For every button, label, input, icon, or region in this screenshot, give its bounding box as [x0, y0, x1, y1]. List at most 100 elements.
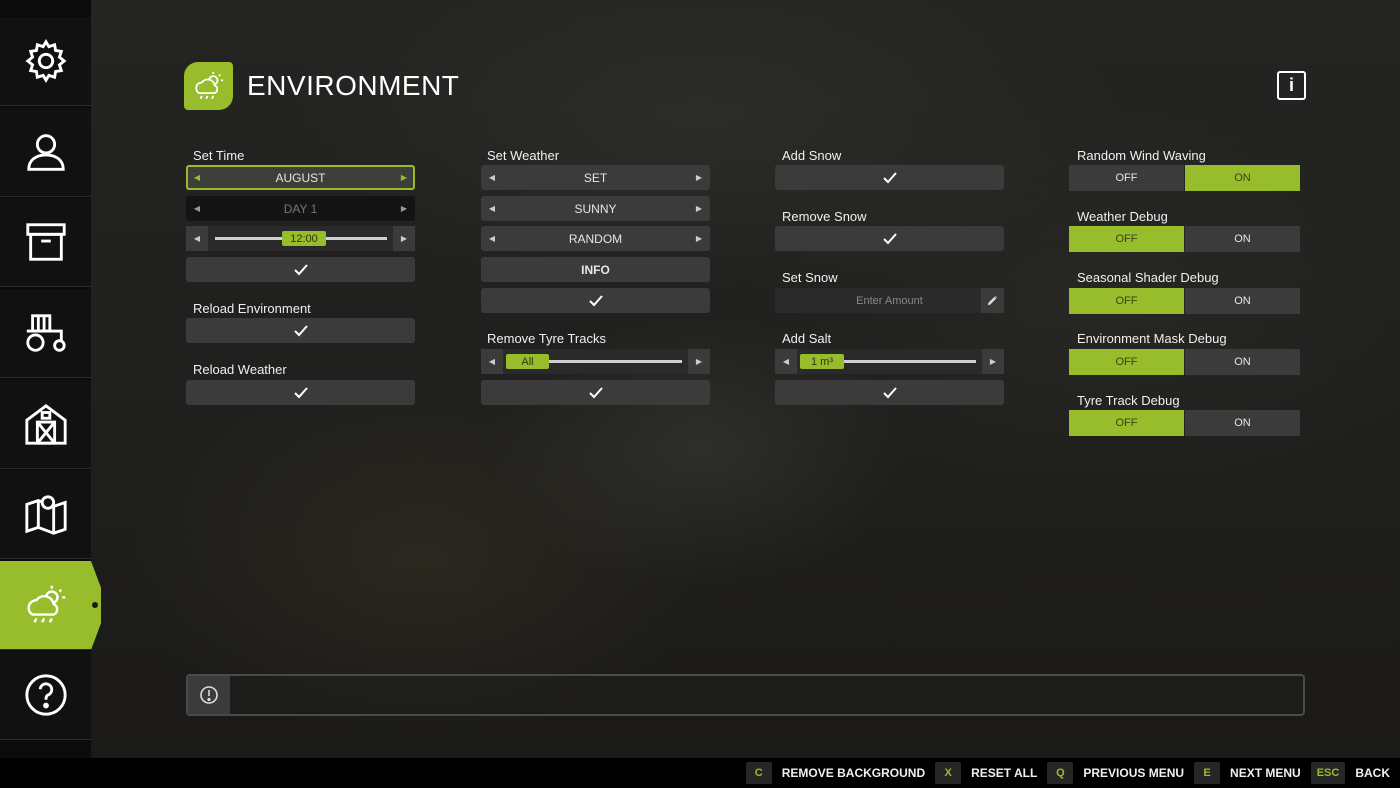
- sidebar: [0, 0, 98, 758]
- random-wind-waving-toggle[interactable]: OFF ON: [1069, 165, 1300, 191]
- snow-amount-field[interactable]: [775, 288, 1004, 313]
- reset-all-button[interactable]: X RESET ALL: [935, 762, 1037, 784]
- environment-mask-debug-toggle[interactable]: OFF ON: [1069, 349, 1300, 375]
- arrow-left-icon[interactable]: ◀: [481, 349, 503, 374]
- remove-tyre-tracks-label: Remove Tyre Tracks: [487, 331, 606, 346]
- next-menu-button[interactable]: E NEXT MENU: [1194, 762, 1301, 784]
- apply-weather-button[interactable]: [481, 288, 710, 313]
- toggle-off-option[interactable]: OFF: [1069, 410, 1184, 436]
- toggle-off-option[interactable]: OFF: [1069, 349, 1184, 375]
- toggle-on-option[interactable]: ON: [1185, 288, 1300, 314]
- arrow-left-icon[interactable]: ◀: [481, 226, 503, 251]
- toggle-off-option[interactable]: OFF: [1069, 288, 1184, 314]
- footer-button-label: BACK: [1355, 766, 1390, 780]
- sidebar-item-environment[interactable]: [0, 561, 98, 650]
- remove-background-button[interactable]: C REMOVE BACKGROUND: [745, 762, 926, 784]
- key-hint: E: [1194, 762, 1221, 784]
- remove-tyre-tracks-button[interactable]: [481, 380, 710, 405]
- sidebar-item-buildings[interactable]: [0, 380, 91, 469]
- previous-menu-button[interactable]: Q PREVIOUS MENU: [1047, 762, 1184, 784]
- weather-info-button[interactable]: INFO: [481, 257, 710, 282]
- tyre-track-debug-label: Tyre Track Debug: [1077, 393, 1180, 408]
- set-weather-label: Set Weather: [487, 148, 560, 163]
- arrow-right-icon[interactable]: ▶: [393, 226, 415, 251]
- back-button[interactable]: ESC BACK: [1310, 762, 1390, 784]
- archive-box-icon: [25, 223, 66, 261]
- tractor-icon: [25, 314, 66, 352]
- checkmark-icon: [293, 324, 308, 336]
- info-button[interactable]: i: [1277, 71, 1306, 100]
- arrow-right-icon[interactable]: ▶: [688, 226, 710, 251]
- sidebar-item-map[interactable]: [0, 470, 91, 559]
- toggle-off-option[interactable]: OFF: [1069, 226, 1184, 252]
- sidebar-item-storage[interactable]: [0, 198, 91, 287]
- pencil-icon[interactable]: [981, 288, 1004, 313]
- toggle-off-option[interactable]: OFF: [1069, 165, 1184, 191]
- help-icon: [24, 674, 67, 716]
- alert-icon: [200, 686, 218, 704]
- key-hint: Q: [1047, 762, 1074, 784]
- checkmark-icon: [882, 171, 897, 183]
- checkmark-icon: [588, 386, 603, 398]
- toggle-on-option[interactable]: ON: [1185, 410, 1300, 436]
- arrow-left-icon[interactable]: ◀: [186, 226, 208, 251]
- snow-amount-input[interactable]: [799, 294, 980, 307]
- slider-knob[interactable]: All: [506, 354, 549, 369]
- arrow-left-icon[interactable]: ◀: [775, 349, 797, 374]
- sidebar-item-vehicles[interactable]: [0, 289, 91, 378]
- month-value: AUGUST: [275, 170, 326, 185]
- toggle-on-option[interactable]: ON: [1185, 349, 1300, 375]
- arrow-right-icon[interactable]: ▶: [393, 165, 415, 190]
- arrow-left-icon[interactable]: ◀: [186, 165, 208, 190]
- tooltip-info-bar: [186, 674, 1305, 716]
- reload-weather-button[interactable]: [186, 380, 415, 405]
- slider-knob[interactable]: 1 m³: [800, 354, 844, 369]
- user-icon: [26, 134, 65, 171]
- checkmark-icon: [293, 263, 308, 275]
- sidebar-item-profile[interactable]: [0, 108, 91, 197]
- random-wind-waving-label: Random Wind Waving: [1077, 148, 1206, 163]
- page-title-icon: [184, 62, 233, 110]
- reload-weather-label: Reload Weather: [193, 362, 287, 377]
- weather-variation-selector[interactable]: ◀ RANDOM ▶: [481, 226, 710, 251]
- add-salt-label: Add Salt: [782, 331, 832, 346]
- checkmark-icon: [882, 232, 897, 244]
- sidebar-item-settings[interactable]: [0, 17, 91, 106]
- toggle-on-option[interactable]: ON: [1185, 226, 1300, 252]
- weather-type-selector[interactable]: ◀ SUNNY ▶: [481, 196, 710, 221]
- add-snow-button[interactable]: [775, 165, 1004, 190]
- sidebar-item-help[interactable]: [0, 651, 91, 740]
- arrow-left-icon[interactable]: ◀: [481, 196, 503, 221]
- arrow-right-icon[interactable]: ▶: [688, 165, 710, 190]
- add-snow-label: Add Snow: [782, 148, 842, 163]
- arrow-right-icon[interactable]: ▶: [688, 196, 710, 221]
- key-hint: C: [745, 762, 772, 784]
- set-time-label: Set Time: [193, 148, 245, 163]
- slider-knob[interactable]: 12:00: [282, 231, 326, 246]
- tyre-track-debug-toggle[interactable]: OFF ON: [1069, 410, 1300, 436]
- barn-icon: [24, 403, 67, 445]
- toggle-on-option[interactable]: ON: [1185, 165, 1300, 191]
- footer-button-label: NEXT MENU: [1230, 766, 1301, 780]
- footer-button-label: REMOVE BACKGROUND: [781, 766, 926, 780]
- gear-icon: [24, 39, 67, 83]
- set-snow-label: Set Snow: [782, 270, 838, 285]
- day-selector[interactable]: ◀ DAY 1 ▶: [186, 196, 415, 221]
- tyre-tracks-slider[interactable]: ◀ All ▶: [481, 349, 710, 374]
- apply-time-button[interactable]: [186, 257, 415, 282]
- active-indicator: [92, 602, 98, 608]
- add-salt-button[interactable]: [775, 380, 1004, 405]
- month-selector[interactable]: ◀ AUGUST ▶: [186, 165, 415, 190]
- arrow-left-icon[interactable]: ◀: [186, 196, 208, 221]
- arrow-right-icon[interactable]: ▶: [393, 196, 415, 221]
- time-slider[interactable]: ◀ 12:00 ▶: [186, 226, 415, 251]
- arrow-left-icon[interactable]: ◀: [481, 165, 503, 190]
- seasonal-shader-debug-toggle[interactable]: OFF ON: [1069, 288, 1300, 314]
- salt-amount-slider[interactable]: ◀ 1 m³ ▶: [775, 349, 1004, 374]
- arrow-right-icon[interactable]: ▶: [982, 349, 1004, 374]
- remove-snow-button[interactable]: [775, 226, 1004, 251]
- weather-debug-toggle[interactable]: OFF ON: [1069, 226, 1300, 252]
- weather-mode-selector[interactable]: ◀ SET ▶: [481, 165, 710, 190]
- arrow-right-icon[interactable]: ▶: [688, 349, 710, 374]
- reload-environment-button[interactable]: [186, 318, 415, 343]
